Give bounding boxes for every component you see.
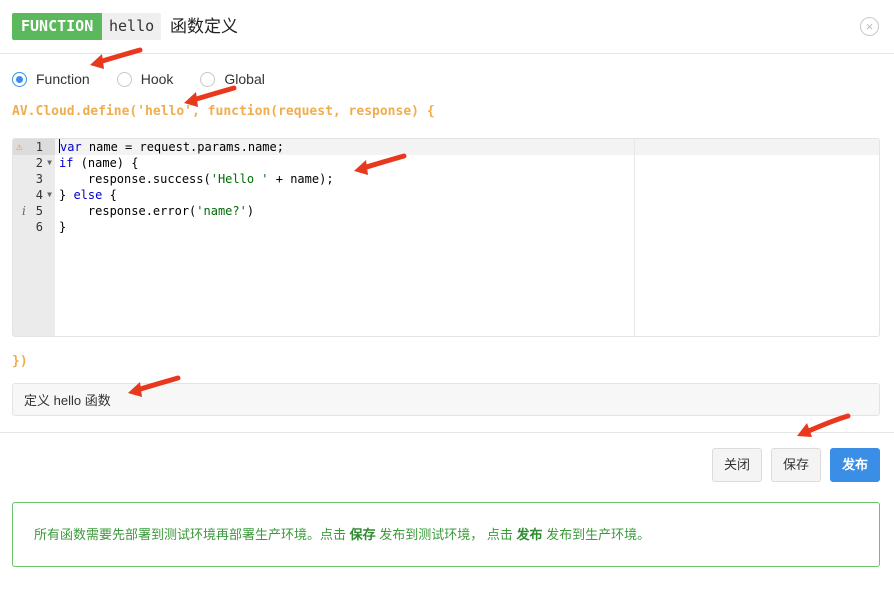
code-line-3-a: response.success(	[59, 172, 211, 186]
line-number: 4	[35, 188, 43, 202]
radio-hook[interactable]: Hook	[116, 71, 174, 87]
code-line-1-rest: name = request.params.name;	[81, 140, 284, 154]
info-icon: i	[22, 204, 26, 218]
fold-toggle-icon[interactable]: ▼	[47, 187, 52, 203]
gutter-row: 3	[13, 171, 55, 187]
code-line-2-rest: (name) {	[73, 156, 139, 170]
notice-publish-word: 发布	[516, 527, 543, 542]
publish-button[interactable]: 发布	[830, 448, 880, 482]
red-arrow-annotation	[354, 153, 407, 175]
radio-function[interactable]: Function	[12, 71, 90, 87]
function-type-radio-group: Function Hook Global	[12, 70, 292, 88]
notice-save-word: 保存	[349, 527, 376, 542]
red-arrow-annotation	[184, 85, 237, 107]
line-number: 1	[35, 140, 43, 154]
line-number: 5	[35, 204, 43, 218]
gutter-row: 4 ▼	[13, 187, 55, 203]
code-keyword-var: var	[60, 140, 82, 154]
line-number: 6	[35, 220, 43, 234]
print-margin	[634, 139, 635, 336]
radio-hook-label: Hook	[140, 71, 174, 87]
save-button[interactable]: 保存	[771, 448, 821, 482]
footer-divider	[0, 432, 894, 433]
fold-toggle-icon[interactable]: ▼	[47, 155, 52, 171]
red-arrow-annotation	[797, 413, 851, 437]
code-line-6: }	[59, 220, 67, 234]
code-keyword-if: if	[59, 156, 74, 170]
code-line[interactable]: var name = request.params.name;	[59, 139, 284, 155]
deploy-notice: 所有函数需要先部署到测试环境再部署生产环境。点击 保存 发布到测试环境， 点击 …	[12, 502, 880, 567]
code-line[interactable]: if (name) {	[59, 155, 138, 171]
code-line-5-a: response.error(	[59, 204, 197, 218]
radio-hook-circle[interactable]	[116, 71, 132, 87]
code-suffix: })	[12, 354, 28, 369]
code-string: 'name?'	[196, 204, 247, 218]
close-icon[interactable]: ×	[860, 17, 879, 36]
notice-text-3: 发布到生产环境。	[542, 527, 651, 542]
code-line-4-a: }	[59, 188, 74, 202]
code-editor[interactable]: ⚠ 1 2 ▼ 3 4 ▼ i 5 6 var name = request.p…	[12, 138, 880, 337]
gutter-row: 2 ▼	[13, 155, 55, 171]
radio-function-label: Function	[36, 71, 90, 87]
line-number: 2	[35, 156, 43, 170]
radio-function-circle[interactable]	[12, 71, 27, 87]
code-line[interactable]: }	[59, 219, 66, 235]
code-keyword-else: else	[73, 188, 103, 202]
code-line-3-b: + name);	[268, 172, 334, 186]
gutter-row: ⚠ 1	[13, 139, 55, 155]
notice-text-1: 所有函数需要先部署到测试环境再部署生产环境。点击	[34, 527, 350, 542]
close-button[interactable]: 关闭	[712, 448, 762, 482]
code-line-5-b: )	[246, 204, 255, 218]
red-arrow-annotation	[90, 47, 143, 69]
code-string: 'Hello '	[210, 172, 269, 186]
code-line[interactable]: response.success('Hello ' + name);	[59, 171, 334, 187]
dialog-title: 函数定义	[170, 17, 238, 36]
function-type-badge: FUNCTION	[12, 13, 103, 40]
gutter-row: i 5	[13, 203, 55, 219]
code-line-4-b: {	[102, 188, 117, 202]
line-number: 3	[35, 172, 43, 186]
function-name-badge: hello	[102, 13, 162, 40]
warning-icon: ⚠	[16, 140, 23, 153]
code-line[interactable]: } else {	[59, 187, 117, 203]
gutter-row: 6	[13, 219, 55, 235]
red-arrow-annotation	[128, 375, 181, 397]
notice-text-2: 发布到测试环境， 点击	[375, 527, 517, 542]
code-line[interactable]: response.error('name?')	[59, 203, 254, 219]
